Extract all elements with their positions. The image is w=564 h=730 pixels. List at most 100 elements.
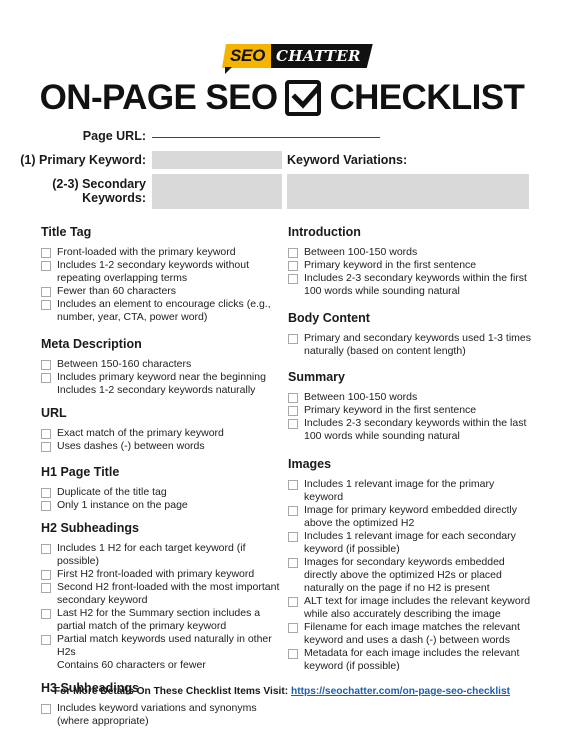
checklist-item[interactable]: Image for primary keyword embedded direc…	[288, 504, 533, 530]
checkbox[interactable]	[41, 703, 51, 714]
checklist-item-text: Between 100-150 words	[304, 391, 418, 403]
checkbox[interactable]	[288, 273, 298, 284]
checkbox[interactable]	[41, 299, 51, 310]
checklist-item[interactable]: Includes an element to encourage clicks …	[41, 298, 281, 324]
checklist-item[interactable]: ALT text for image includes the relevant…	[288, 595, 533, 621]
checklist-item[interactable]: Only 1 instance on the page	[41, 499, 281, 512]
checkbox[interactable]	[41, 260, 51, 271]
logo-chatter-text: CHATTER	[271, 44, 373, 68]
checkbox[interactable]	[288, 596, 298, 607]
checklist-item[interactable]: Uses dashes (-) between words	[41, 440, 281, 453]
checkbox[interactable]	[41, 247, 51, 258]
checklist-item-text: Exact match of the primary keyword	[57, 427, 224, 439]
checkbox[interactable]	[288, 531, 298, 542]
checkbox[interactable]	[288, 622, 298, 633]
checkbox[interactable]	[288, 418, 298, 429]
footer-text: For More Details On These Checklist Item…	[53, 686, 291, 697]
checklist-item[interactable]: Metadata for each image includes the rel…	[288, 647, 533, 673]
checkbox[interactable]	[41, 359, 51, 370]
section-heading: URL	[41, 406, 67, 420]
checkbox[interactable]	[288, 405, 298, 416]
checklist-item[interactable]: Includes 2-3 secondary keywords within t…	[288, 272, 533, 298]
checklist-item[interactable]: Filename for each image matches the rele…	[288, 621, 533, 647]
page-title: ON-PAGE SEO CHECKLIST	[0, 78, 564, 118]
checkbox[interactable]	[288, 392, 298, 403]
checkbox[interactable]	[41, 441, 51, 452]
checklist-item[interactable]: Includes 1 relevant image for the primar…	[288, 478, 533, 504]
secondary-keywords-field[interactable]	[152, 174, 282, 209]
checklist-item-text: ALT text for image includes the relevant…	[304, 595, 531, 620]
checkbox[interactable]	[288, 557, 298, 568]
checklist-item[interactable]: Partial match keywords used naturally in…	[41, 633, 281, 659]
checklist-item[interactable]: Between 100-150 words	[288, 391, 533, 404]
section-introduction: Introduction Between 100-150 words Primary…	[288, 224, 533, 298]
secondary-keywords-label-line1: (2-3) Secondary	[52, 177, 146, 191]
logo-speech-tail	[225, 67, 232, 74]
section-heading: Title Tag	[41, 225, 92, 239]
footer-link[interactable]: https://seochatter.com/on-page-seo-check…	[291, 686, 510, 697]
checklist-item[interactable]: Includes 1 relevant image for each secon…	[288, 530, 533, 556]
section-heading: Body Content	[288, 311, 370, 325]
checklist-item-text: Only 1 instance on the page	[57, 499, 188, 511]
checklist-item[interactable]: Between 150-160 characters	[41, 358, 281, 371]
checklist-item[interactable]: Includes 1 H2 for each target keyword (i…	[41, 542, 281, 568]
checklist-item[interactable]: Primary and secondary keywords used 1-3 …	[288, 332, 533, 358]
checkbox[interactable]	[288, 333, 298, 344]
checkbox[interactable]	[41, 372, 51, 383]
checklist-item[interactable]: Includes 1-2 secondary keywords without …	[41, 259, 281, 285]
checkbox[interactable]	[41, 543, 51, 554]
page-url-field[interactable]	[152, 137, 380, 138]
checklist-item-text: Includes 2-3 secondary keywords within t…	[304, 272, 527, 297]
keyword-variations-label: Keyword Variations:	[287, 153, 408, 167]
checklist-item[interactable]: Fewer than 60 characters	[41, 285, 281, 298]
checklist-item-text: Includes 1 relevant image for each secon…	[304, 530, 516, 555]
section-images: Images Includes 1 relevant image for the …	[288, 456, 533, 673]
section-meta-description: Meta Description Between 150-160 characte…	[41, 336, 281, 397]
primary-keyword-field[interactable]	[152, 151, 282, 169]
checklist-item[interactable]: Between 100-150 words	[288, 246, 533, 259]
keyword-variations-field[interactable]	[287, 174, 529, 209]
checkbox[interactable]	[41, 500, 51, 511]
checklist-item[interactable]: Primary keyword in the first sentence	[288, 259, 533, 272]
checklist-item[interactable]: Includes 2-3 secondary keywords within t…	[288, 417, 533, 443]
checkbox[interactable]	[288, 505, 298, 516]
checklist-item[interactable]: Images for secondary keywords embedded d…	[288, 556, 533, 595]
left-checklist-column: Title Tag Front-loaded with the primary k…	[41, 224, 281, 728]
checklist-item-text: Filename for each image matches the rele…	[304, 621, 520, 646]
checklist-item[interactable]: First H2 front-loaded with primary keywo…	[41, 568, 281, 581]
checkbox[interactable]	[41, 569, 51, 580]
checkbox-spacer	[41, 385, 51, 396]
checklist-item-text: Primary keyword in the first sentence	[304, 404, 477, 416]
checkbox[interactable]	[41, 286, 51, 297]
checklist-item[interactable]: Primary keyword in the first sentence	[288, 404, 533, 417]
checklist-item[interactable]: Front-loaded with the primary keyword	[41, 246, 281, 259]
section-body-content: Body Content Primary and secondary keywor…	[288, 310, 533, 358]
checkbox[interactable]	[288, 648, 298, 659]
checklist-item-text: Last H2 for the Summary section includes…	[57, 607, 261, 632]
checkbox[interactable]	[41, 487, 51, 498]
checklist-item[interactable]: Includes keyword variations and synonyms…	[41, 702, 281, 728]
section-summary: Summary Between 100-150 words Primary keyw…	[288, 369, 533, 443]
checklist-item-text: Includes primary keyword near the beginn…	[57, 371, 266, 383]
checkbox[interactable]	[41, 428, 51, 439]
checklist-item-text: Includes 1-2 secondary keywords without …	[57, 259, 250, 284]
checkbox[interactable]	[41, 608, 51, 619]
checkbox-spacer	[41, 660, 51, 671]
checklist-item[interactable]: Exact match of the primary keyword	[41, 427, 281, 440]
checklist-item-text: Fewer than 60 characters	[57, 285, 177, 297]
seo-chatter-logo: SEO CHATTER	[222, 44, 373, 68]
checkbox[interactable]	[288, 479, 298, 490]
section-url: URL Exact match of the primary keyword Use…	[41, 405, 281, 453]
checkbox[interactable]	[41, 582, 51, 593]
checklist-item[interactable]: Second H2 front-loaded with the most imp…	[41, 581, 281, 607]
checkbox[interactable]	[288, 260, 298, 271]
checklist-item-text: Metadata for each image includes the rel…	[304, 647, 520, 672]
checklist-item[interactable]: Last H2 for the Summary section includes…	[41, 607, 281, 633]
checkbox[interactable]	[288, 247, 298, 258]
checklist-item-text: Includes 1 relevant image for the primar…	[304, 478, 495, 503]
checklist-item[interactable]: Includes primary keyword near the beginn…	[41, 371, 281, 384]
checklist-item[interactable]: Duplicate of the title tag	[41, 486, 281, 499]
footer: For More Details On These Checklist Item…	[0, 686, 564, 697]
checklist-item-text: Between 150-160 characters	[57, 358, 192, 370]
checkbox[interactable]	[41, 634, 51, 645]
